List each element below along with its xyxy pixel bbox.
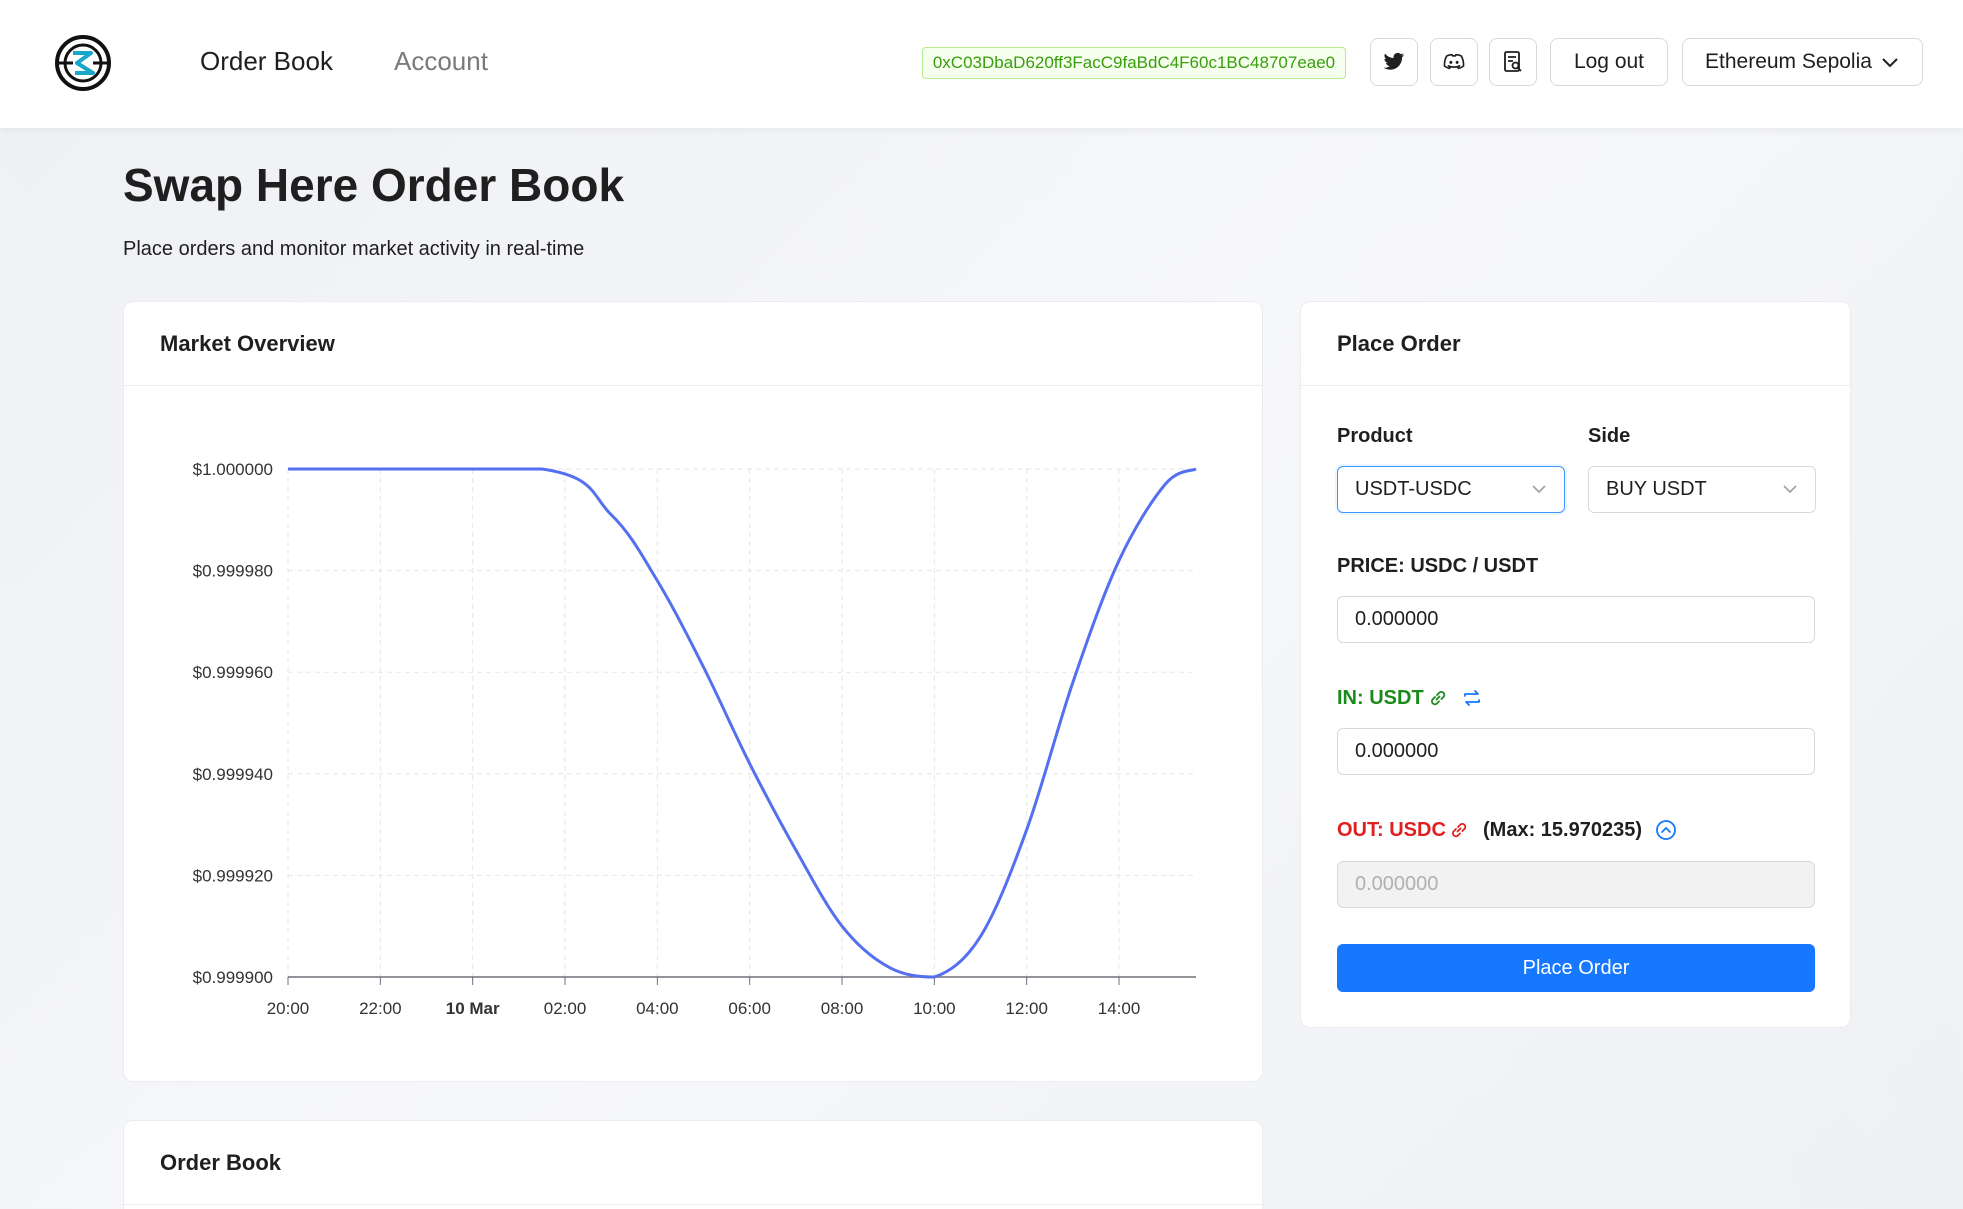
order-book-card: Order Book (123, 1120, 1263, 1209)
market-overview-card: Market Overview $1.000000 $0.999980 $0.999… (123, 301, 1263, 1082)
place-order-card: Place Order Product USDT-USDC Side BUY U… (1300, 301, 1851, 1028)
x-tick-label: 04:00 (636, 999, 679, 1018)
x-tick-label: 08:00 (821, 999, 864, 1018)
x-tick-label: 10 Mar (446, 999, 500, 1018)
side-select-value: BUY USDT (1606, 478, 1707, 500)
x-tick-label: 14:00 (1098, 999, 1141, 1018)
side-select[interactable]: BUY USDT (1588, 466, 1816, 513)
market-overview-title: Market Overview (124, 302, 1262, 386)
y-tick-label: $1.000000 (193, 460, 273, 479)
network-select[interactable]: Ethereum Sepolia (1682, 38, 1923, 86)
page-title: Swap Here Order Book (123, 159, 625, 211)
nav-account[interactable]: Account (394, 46, 488, 77)
side-label: Side (1588, 425, 1631, 447)
x-tick-label: 10:00 (913, 999, 956, 1018)
y-tick-label: $0.999960 (193, 663, 273, 682)
top-header: Order Book Account 0xC03DbaD620ff3FacC9f… (0, 0, 1963, 128)
logo-icon[interactable] (51, 31, 115, 95)
nav-order-book[interactable]: Order Book (200, 46, 333, 77)
x-tick-label: 12:00 (1005, 999, 1048, 1018)
product-select-value: USDT-USDC (1355, 478, 1472, 500)
product-select[interactable]: USDT-USDC (1337, 466, 1565, 513)
x-tick-label: 20:00 (267, 999, 310, 1018)
wallet-address-badge: 0xC03DbaD620ff3FacC9faBdC4F60c1BC48707ea… (922, 47, 1346, 79)
discord-button[interactable] (1430, 38, 1478, 86)
out-amount-input (1337, 861, 1815, 908)
out-label: OUT: USDC (1337, 819, 1446, 841)
y-tick-label: $0.999900 (193, 968, 273, 987)
price-series-line (288, 467, 1197, 979)
in-label: IN: USDT (1337, 687, 1424, 709)
max-amount-text: (Max: 15.970235) (1483, 819, 1642, 841)
place-order-title: Place Order (1301, 302, 1850, 386)
network-select-value: Ethereum Sepolia (1705, 50, 1872, 73)
chevron-down-icon (1532, 485, 1546, 494)
x-tick-label: 06:00 (728, 999, 771, 1018)
twitter-icon (1383, 52, 1405, 70)
discord-icon (1443, 53, 1465, 70)
link-icon[interactable] (1449, 820, 1469, 840)
place-order-button[interactable]: Place Order (1337, 944, 1815, 992)
in-amount-input[interactable] (1337, 728, 1815, 775)
order-book-title: Order Book (124, 1121, 1262, 1205)
max-up-circle-icon[interactable] (1655, 819, 1677, 841)
price-input[interactable] (1337, 596, 1815, 643)
y-tick-label: $0.999980 (193, 562, 273, 581)
y-tick-label: $0.999920 (193, 866, 273, 885)
docs-button[interactable] (1489, 38, 1537, 86)
price-label: PRICE: USDC / USDT (1337, 555, 1539, 577)
page-subtitle: Place orders and monitor market activity… (123, 238, 585, 260)
product-label: Product (1337, 425, 1413, 447)
chevron-down-icon (1882, 58, 1898, 68)
y-tick-label: $0.999940 (193, 765, 273, 784)
docs-icon (1504, 51, 1522, 72)
link-icon[interactable] (1428, 688, 1448, 708)
x-tick-label: 02:00 (544, 999, 587, 1018)
chevron-down-icon (1783, 485, 1797, 494)
swap-icon[interactable] (1462, 688, 1482, 708)
x-tick-label: 22:00 (359, 999, 402, 1018)
logout-button[interactable]: Log out (1550, 38, 1668, 86)
twitter-button[interactable] (1370, 38, 1418, 86)
price-chart: $1.000000 $0.999980 $0.999960 $0.999940 $0.9… (193, 460, 1197, 1018)
